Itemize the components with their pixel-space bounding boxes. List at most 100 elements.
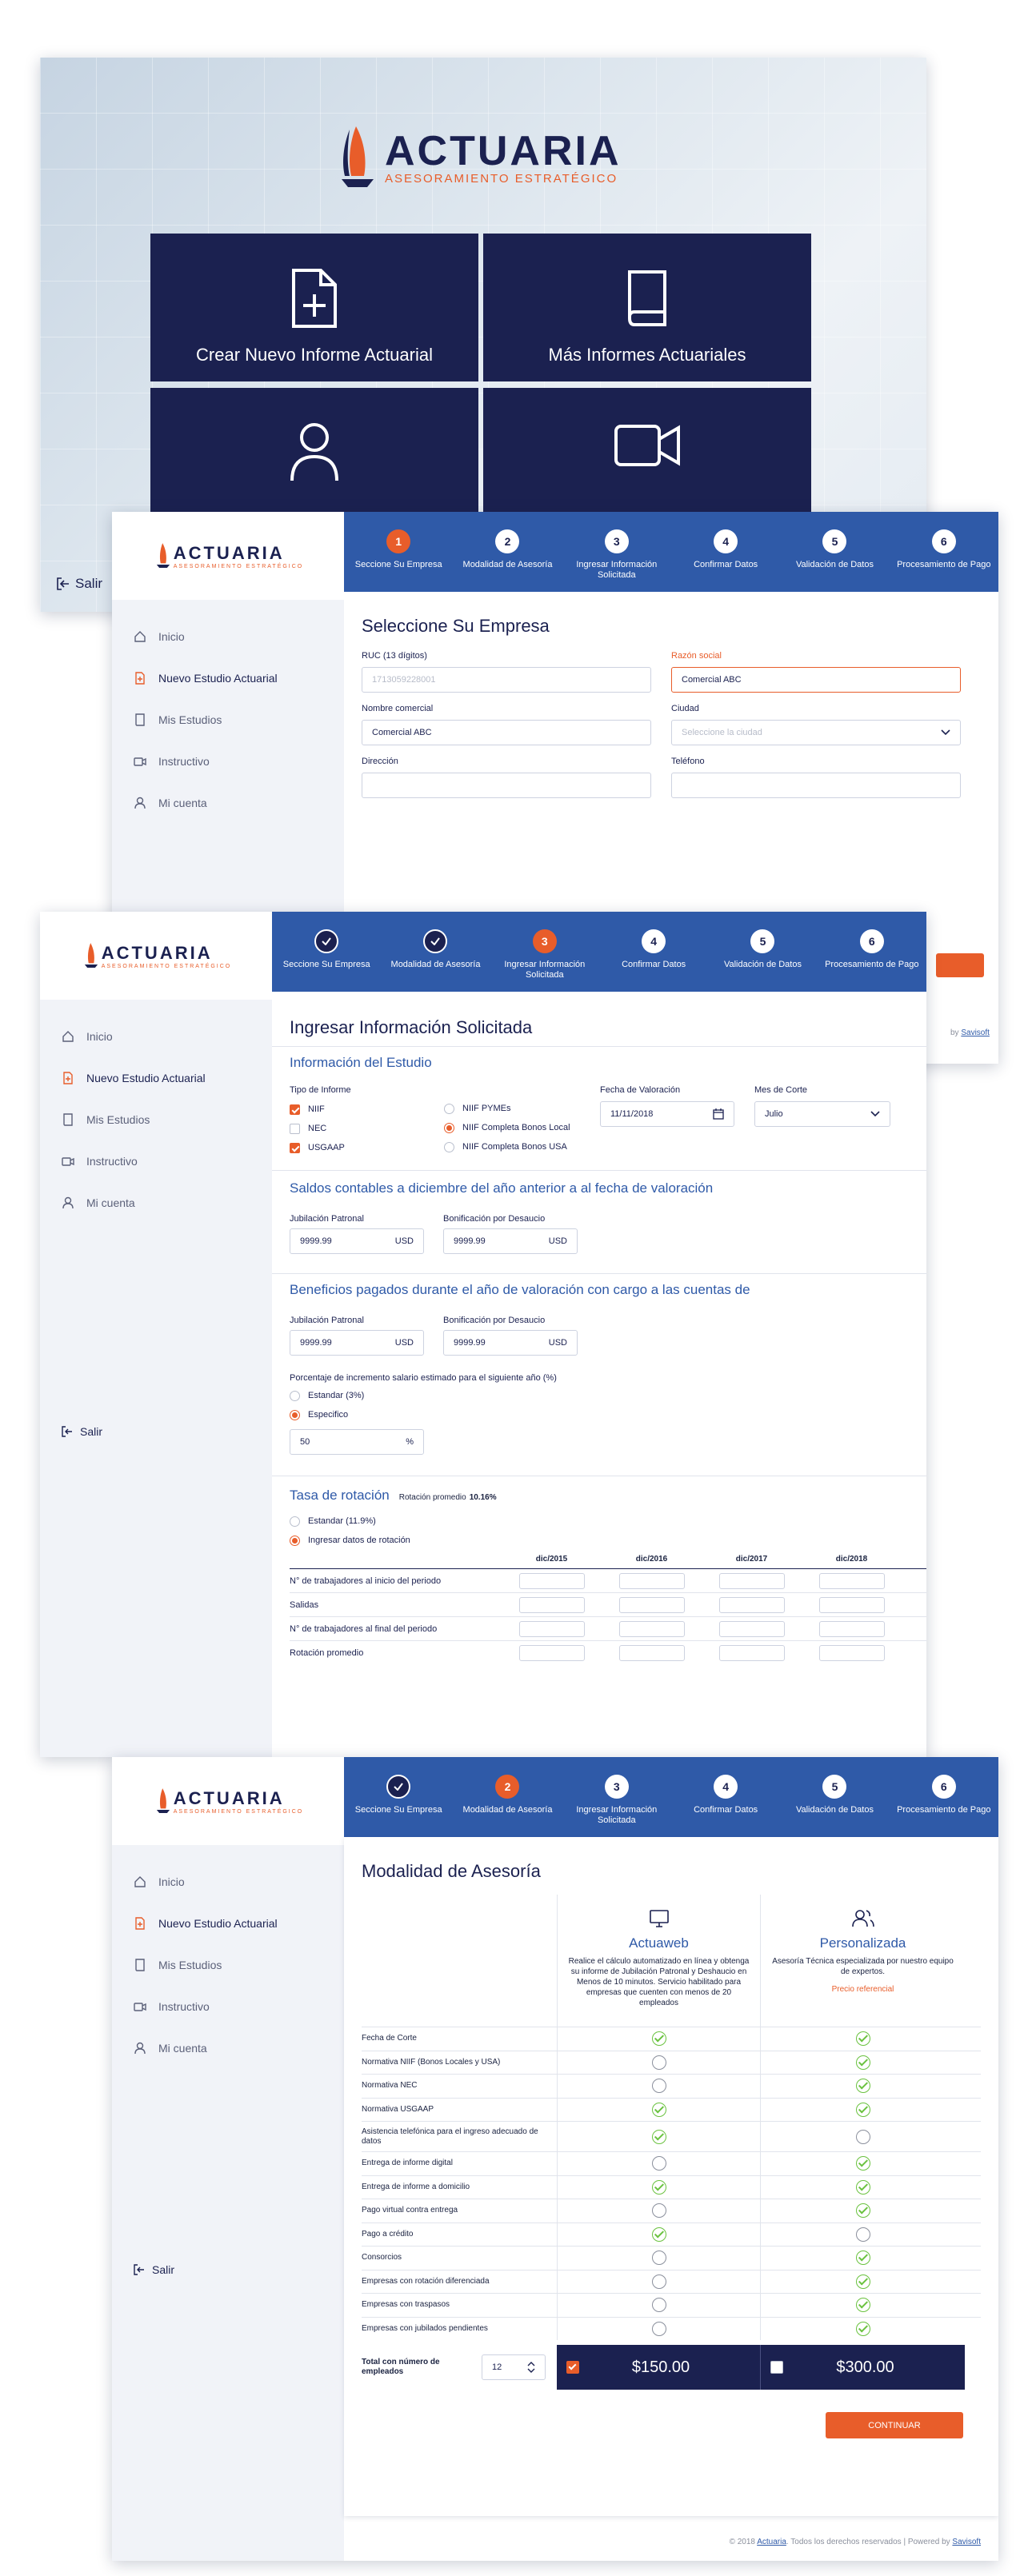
video-camera-icon [133,754,147,769]
step-2[interactable]: Modalidad de Asesoría [381,912,490,992]
check-circle-icon [855,2031,870,2047]
nav-instructivo[interactable]: Instructivo [133,1986,344,2027]
step-6[interactable]: 6 Procesamiento de Pago [890,512,998,592]
more-reports-tile[interactable]: Más Informes Actuariales [483,234,811,381]
plan-actuaweb-checkbox[interactable] [566,2361,579,2374]
step-3[interactable]: 3 Ingresar Información Solicitada [562,1757,671,1837]
feature-row: Empresas con jubilados pendientes [362,2316,981,2340]
logout-icon [62,1426,72,1437]
book-icon [628,270,666,326]
logout-icon [134,2264,144,2275]
nav-instructivo[interactable]: Instructivo [61,1140,272,1182]
video-camera-icon [61,1154,75,1168]
plan-personalizada-checkbox[interactable] [770,2361,783,2374]
step-4[interactable]: 4 Confirmar Datos [671,512,780,592]
logout-link[interactable]: Salir [133,2263,174,2276]
plan-personalizada-price[interactable]: $300.00 [761,2345,965,2390]
empty-circle-icon [651,2156,666,2171]
plan-actuaweb-price[interactable]: $150.00 [557,2345,761,2390]
nombre-comercial-input[interactable]: Comercial ABC [362,720,651,745]
rot-datos-radio[interactable]: Ingresar datos de rotación [290,1531,909,1550]
nav-mis-estudios[interactable]: Mis Estudios [133,699,344,741]
saldo-jubilacion-input[interactable]: 9999.99 USD [290,1228,424,1254]
employees-stepper[interactable]: 12 [482,2354,546,2380]
footer: © 2018 Actuaria. Todos los derechos rese… [729,2538,981,2546]
nav-nuevo-estudio[interactable]: Nuevo Estudio Actuarial [133,657,344,699]
nav-mis-estudios[interactable]: Mis Estudios [61,1099,272,1140]
tipo-usgaap-checkbox[interactable]: USGAAP [290,1138,444,1157]
nav-mi-cuenta[interactable]: Mi cuenta [61,1182,272,1224]
empty-circle-icon [651,2251,666,2266]
advisory-mode-screen: ACTUARIA ASESORAMIENTO ESTRATÉGICO Inicio… [112,1757,998,2561]
user-icon [290,423,338,481]
feature-row: Normativa NEC [362,2074,981,2098]
step-6[interactable]: 6 Procesamiento de Pago [818,912,926,992]
check-circle-icon [855,2321,870,2336]
users-icon [851,1910,874,1927]
check-circle-icon [855,2274,870,2289]
feature-label: Pago a crédito [362,2229,414,2239]
check-circle-icon [651,2102,666,2117]
step-5[interactable]: 5 Validación de Datos [708,912,817,992]
pct-estandar-radio[interactable]: Estandar (3%) [290,1386,909,1405]
nav-inicio[interactable]: Inicio [61,1016,272,1057]
nav-nuevo-estudio[interactable]: Nuevo Estudio Actuarial [133,1903,344,1944]
continue-button[interactable]: CONTINUAR [826,2412,963,2438]
ciudad-select[interactable]: Seleccione la ciudad [671,720,961,745]
footer-brand-link[interactable]: Actuaria [757,2538,786,2546]
feature-row: Empresas con rotación diferenciada [362,2269,981,2293]
direccion-input[interactable] [362,773,651,798]
nav-nuevo-estudio[interactable]: Nuevo Estudio Actuarial [61,1057,272,1099]
step-1[interactable]: Seccione Su Empresa [272,912,381,992]
tipo-niif-pymes-radio[interactable]: NIIF PYMEs [444,1099,600,1118]
telefono-input[interactable] [671,773,961,798]
home-icon [61,1029,75,1044]
feature-label: Empresas con rotación diferenciada [362,2276,490,2286]
step-2[interactable]: 2 Modalidad de Asesoría [453,512,562,592]
step-5[interactable]: 5 Validación de Datos [780,1757,889,1837]
rotation-table: dic/2015 dic/2016 dic/2017 dic/2018 N° d… [290,1555,926,1665]
step-5[interactable]: 5 Validación de Datos [780,512,889,592]
saldo-bonificacion-input[interactable]: 9999.99 USD [443,1228,578,1254]
step-2[interactable]: 2 Modalidad de Asesoría [453,1757,562,1837]
plan-header: Actuaweb Realice el cálculo automatizado… [362,1895,981,2027]
continue-button[interactable] [936,953,984,977]
fecha-valoracion-input[interactable]: 11/11/2018 [600,1101,734,1127]
razon-social-input[interactable]: Comercial ABC [671,667,961,693]
nav-mis-estudios[interactable]: Mis Estudios [133,1944,344,1986]
mes-corte-select[interactable]: Julio [754,1101,890,1127]
beneficio-jubilacion-input[interactable]: 9999.99 USD [290,1330,424,1356]
step-4[interactable]: 4 Confirmar Datos [599,912,708,992]
beneficio-bonificacion-input[interactable]: 9999.99 USD [443,1330,578,1356]
tipo-niif-checkbox[interactable]: NIIF [290,1100,444,1119]
footer-powered-link[interactable]: Savisoft [952,2538,981,2546]
nav-inicio[interactable]: Inicio [133,616,344,657]
step-6[interactable]: 6 Procesamiento de Pago [890,1757,998,1837]
calendar-icon [713,1108,724,1120]
step-1[interactable]: 1 Seccione Su Empresa [344,512,453,592]
create-report-tile[interactable]: Crear Nuevo Informe Actuarial [150,234,478,381]
features-table: Fecha de Corte Normativa NIIF (Bonos Loca… [362,2027,981,2340]
step-4[interactable]: 4 Confirmar Datos [671,1757,780,1837]
nav-mi-cuenta[interactable]: Mi cuenta [133,2027,344,2069]
check-icon [322,937,331,945]
pct-especifico-radio[interactable]: Especifico [290,1405,909,1424]
footer-powered: by Savisoft [950,1028,990,1037]
tipo-niif-local-radio[interactable]: NIIF Completa Bonos Local [444,1118,600,1137]
ruc-input[interactable]: 1713059228001 [362,667,651,693]
step-3[interactable]: 3 Ingresar Información Solicitada [490,912,599,992]
tipo-nec-checkbox[interactable]: NEC [290,1119,444,1138]
nav-mi-cuenta[interactable]: Mi cuenta [133,782,344,824]
step-1[interactable]: Seccione Su Empresa [344,1757,453,1837]
feature-row: Normativa USGAAP [362,2097,981,2121]
nav-inicio[interactable]: Inicio [133,1861,344,1903]
pct-input[interactable]: 50% [290,1429,424,1455]
check-circle-icon [651,2179,666,2195]
user-icon [61,1196,75,1210]
rot-estandar-radio[interactable]: Estandar (11.9%) [290,1512,909,1531]
logout-link[interactable]: Salir [56,576,102,592]
nav-instructivo[interactable]: Instructivo [133,741,344,782]
step-3[interactable]: 3 Ingresar Información Solicitada [562,512,671,592]
logout-link[interactable]: Salir [61,1425,102,1438]
tipo-niif-usa-radio[interactable]: NIIF Completa Bonos USA [444,1137,600,1156]
